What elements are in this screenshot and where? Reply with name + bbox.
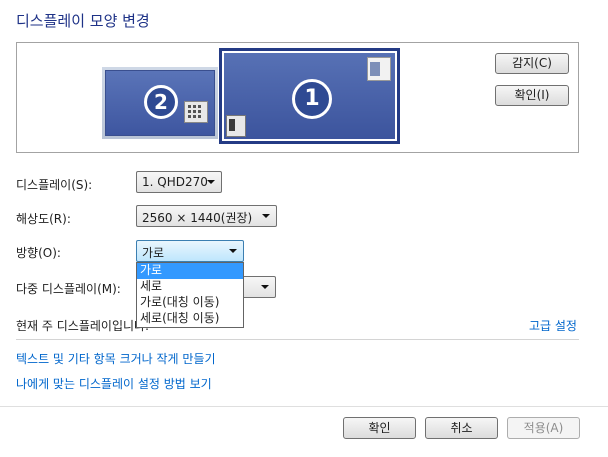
orientation-label: 방향(O): [16,246,61,260]
orientation-option-landscape-flipped[interactable]: 가로(대칭 이동) [137,295,243,311]
orientation-select-value: 가로 [142,246,165,260]
footer-divider [0,406,608,407]
chevron-down-icon [207,180,215,184]
orientation-dropdown-list[interactable]: 가로 세로 가로(대칭 이동) 세로(대칭 이동) [136,262,244,328]
resolution-label: 해상도(R): [16,212,71,226]
text-size-link[interactable]: 텍스트 및 기타 항목 크거나 작게 만들기 [16,350,216,367]
cancel-button[interactable]: 취소 [425,417,498,439]
orientation-option-landscape[interactable]: 가로 [137,263,243,279]
monitor-2-screen: 2 [105,70,215,136]
display-help-link[interactable]: 나에게 맞는 디스플레이 설정 방법 보기 [16,375,212,392]
chevron-down-icon [261,285,269,289]
main-display-text: 현재 주 디스플레이입니다. [16,319,149,333]
display-select-value: 1. QHD270 [142,175,208,189]
window-icon [367,57,391,81]
resolution-select-value: 2560 × 1440(권장) [142,211,253,225]
monitor-1[interactable]: 1 [219,48,400,144]
monitor-2-number: 2 [144,85,178,119]
chevron-down-icon [229,249,237,253]
chevron-down-icon [262,214,270,218]
detect-button[interactable]: 감지(C) [495,53,569,74]
resolution-select[interactable]: 2560 × 1440(권장) [136,205,277,227]
orientation-select[interactable]: 가로 [136,240,244,262]
taskbar-window-icon [226,115,246,137]
multiple-displays-label: 다중 디스플레이(M): [16,282,121,296]
page-title: 디스플레이 모양 변경 [16,12,150,30]
display-label: 디스플레이(S): [16,178,93,192]
divider [16,339,579,340]
apply-button[interactable]: 적용(A) [507,417,580,439]
ok-button[interactable]: 확인 [343,417,416,439]
identify-button[interactable]: 확인(I) [495,85,569,106]
monitor-2[interactable]: 2 [102,67,218,139]
orientation-option-portrait[interactable]: 세로 [137,279,243,295]
monitor-1-screen: 1 [222,51,397,141]
advanced-settings-link[interactable]: 고급 설정 [529,317,577,334]
orientation-option-portrait-flipped[interactable]: 세로(대칭 이동) [137,311,243,327]
monitor-1-number: 1 [292,79,332,119]
display-grid-icon [184,101,208,123]
display-select[interactable]: 1. QHD270 [136,171,222,193]
